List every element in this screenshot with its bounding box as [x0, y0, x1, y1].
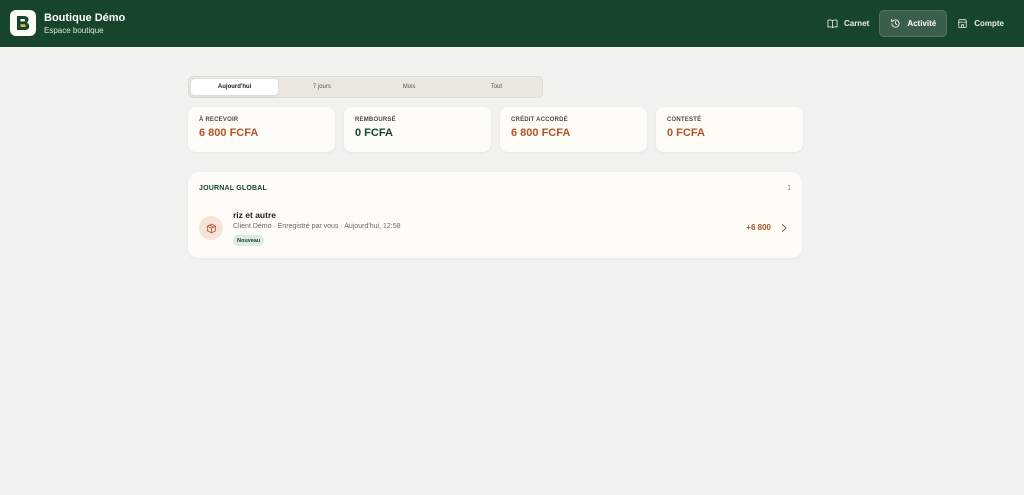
- book-open-icon: [827, 19, 838, 29]
- journal-entry[interactable]: riz et autre Client Démo · Enregistré pa…: [188, 206, 802, 250]
- journal-panel: JOURNAL GLOBAL 1 riz et autre Client Dém…: [188, 172, 802, 258]
- brand-title: Boutique Démo: [44, 12, 126, 24]
- store-icon: [958, 19, 968, 28]
- entry-icon-wrap: [199, 216, 223, 240]
- card-value: 6 800 FCFA: [511, 127, 571, 139]
- brand-block: Boutique Démo Espace boutique: [44, 12, 125, 36]
- tab-month[interactable]: Mois: [366, 79, 453, 95]
- card-label: À RECEVOIR: [199, 117, 239, 123]
- tab-today[interactable]: Aujourd'hui: [191, 79, 279, 95]
- card-credit-accorde: CRÉDIT ACCORDÉ 6 800 FCFA: [500, 107, 647, 152]
- card-value: 0 FCFA: [355, 127, 393, 139]
- card-label: CRÉDIT ACCORDÉ: [511, 117, 568, 123]
- card-conteste: CONTESTÉ 0 FCFA: [656, 107, 803, 152]
- main-nav: Carnet Activité Compte: [817, 10, 1014, 37]
- logo-b-icon: [17, 16, 30, 30]
- brand-logo[interactable]: [10, 10, 36, 36]
- period-tabs: Aujourd'hui 7 jours Mois Tout: [188, 76, 543, 98]
- tab-all[interactable]: Tout: [453, 79, 540, 95]
- nav-compte-label: Compte: [974, 19, 1004, 28]
- top-navigation-bar: Boutique Démo Espace boutique Carnet Act…: [0, 0, 1024, 47]
- card-label: REMBOURSÉ: [355, 117, 396, 123]
- card-rembourse: REMBOURSÉ 0 FCFA: [344, 107, 491, 152]
- nav-carnet-label: Carnet: [843, 19, 870, 28]
- entry-title: riz et autre: [233, 210, 276, 220]
- card-value: 0 FCFA: [667, 127, 705, 139]
- card-a-recevoir: À RECEVOIR 6 800 FCFA: [188, 107, 335, 152]
- brand-subtitle: Espace boutique: [44, 26, 104, 35]
- journal-title: JOURNAL GLOBAL: [199, 185, 268, 192]
- nav-activite[interactable]: Activité: [879, 10, 948, 37]
- card-value: 6 800 FCFA: [199, 127, 259, 139]
- entry-amount: +6 800: [746, 223, 771, 232]
- history-icon: [891, 19, 900, 28]
- tab-7-days[interactable]: 7 jours: [278, 79, 365, 95]
- package-icon: [206, 223, 216, 233]
- chevron-right-icon[interactable]: [780, 223, 788, 233]
- nav-carnet[interactable]: Carnet: [817, 10, 879, 37]
- nav-activite-label: Activité: [907, 19, 937, 28]
- card-label: CONTESTÉ: [667, 117, 702, 123]
- nav-compte[interactable]: Compte: [947, 10, 1014, 37]
- journal-count: 1: [787, 185, 791, 192]
- summary-cards: À RECEVOIR 6 800 FCFA REMBOURSÉ 0 FCFA C…: [188, 107, 803, 152]
- status-badge: Nouveau: [233, 235, 265, 246]
- entry-meta: Client Démo · Enregistré par vous · Aujo…: [233, 223, 401, 230]
